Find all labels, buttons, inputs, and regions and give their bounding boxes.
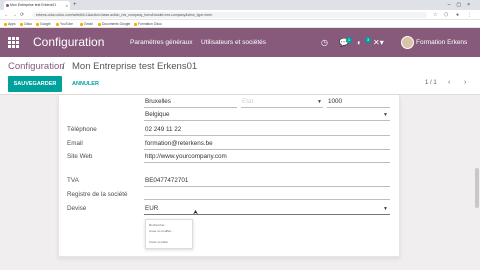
zip-underline: [327, 107, 390, 108]
pager-prev-icon[interactable]: ‹: [448, 79, 450, 86]
state-underline: [241, 107, 323, 108]
clock-icon[interactable]: ◷: [321, 28, 328, 57]
email-underline: [144, 149, 390, 150]
pager-value[interactable]: 1 / 1: [425, 80, 437, 86]
browser-menu-icon[interactable]: ⋮: [467, 10, 472, 20]
close-tab-icon[interactable]: ×: [66, 1, 68, 10]
bookmark-icon: [4, 22, 7, 26]
apps-grid-icon[interactable]: [8, 37, 19, 48]
browser-tab-title: Mon Entreprise test Erkens01: [10, 3, 57, 7]
odoo-favicon-icon: [6, 4, 9, 7]
zip-field[interactable]: 1000: [328, 98, 342, 105]
pager-next-icon[interactable]: ›: [464, 79, 466, 86]
autocomplete-item[interactable]: Créer et éditer: [149, 240, 168, 244]
autocomplete-item[interactable]: Créer et modifier...: [149, 229, 174, 233]
breadcrumb-parent[interactable]: Configuration: [8, 61, 65, 72]
activity-icon[interactable]: ◐: [357, 28, 362, 57]
country-dropdown-icon[interactable]: ▼: [383, 112, 388, 118]
bookmark-item[interactable]: Odoo: [20, 20, 32, 28]
state-field[interactable]: Etat: [242, 98, 253, 105]
app-title[interactable]: Configuration: [33, 28, 104, 57]
city-field[interactable]: Bruxelles: [145, 98, 171, 105]
state-dropdown-icon[interactable]: ▼: [317, 99, 322, 105]
company-registry-underline[interactable]: [144, 199, 390, 200]
forward-icon[interactable]: →: [12, 10, 17, 20]
phone-label: Téléphone: [67, 126, 97, 133]
phone-underline: [144, 135, 390, 136]
bookmark-item[interactable]: Formation Odoo: [134, 20, 162, 28]
bookmark-item[interactable]: Documents Google: [98, 20, 130, 28]
bookmark-icon: [134, 22, 137, 26]
extension-icon[interactable]: ⬡: [444, 10, 448, 20]
bookmark-icon: [20, 22, 23, 26]
new-tab-icon[interactable]: +: [73, 1, 77, 9]
bookmark-item[interactable]: Gmail: [80, 20, 93, 28]
form-sheet: Bruxelles Etat ▼ 1000 Belgique ▼ Télépho…: [58, 95, 400, 257]
currency-field[interactable]: EUR: [145, 205, 158, 212]
address-bar: ← → ⟳ erkens-odoo.odoo.com/web#id=1&acti…: [0, 10, 480, 20]
breadcrumb-separator: /: [62, 61, 65, 72]
country-underline: [144, 120, 390, 121]
control-panel: Configuration / Mon Entreprise test Erke…: [0, 57, 480, 95]
avatar[interactable]: [401, 36, 414, 49]
website-underline: [144, 162, 390, 163]
bookmarks-bar: Apps Odoo Google YouTube Gmail Documents…: [0, 20, 480, 28]
country-field[interactable]: Belgique: [145, 111, 170, 118]
email-label: Email: [67, 140, 83, 147]
odoo-navbar: Configuration Paramètres généraux Utilis…: [0, 28, 480, 57]
bookmark-item[interactable]: Apps: [4, 20, 16, 28]
browser-tab-bar: Mon Entreprise test Erkens01 × + –▢×: [0, 0, 480, 10]
city-underline: [144, 107, 237, 108]
activity-badge: 3: [365, 37, 371, 43]
menu-general-settings[interactable]: Paramètres généraux: [130, 28, 193, 57]
bookmark-icon: [56, 22, 59, 26]
vat-underline: [144, 186, 390, 187]
bookmark-icon: [80, 22, 83, 26]
reload-icon[interactable]: ⟳: [20, 10, 24, 20]
company-registry-label: Registre de la société: [67, 191, 128, 198]
page-scrollbar-thumb[interactable]: [475, 168, 479, 208]
email-field[interactable]: formation@reterkens.be: [145, 140, 213, 147]
debug-tools-icon[interactable]: ✕▾: [373, 28, 384, 57]
star-icon[interactable]: ☆: [433, 10, 437, 20]
browser-tab[interactable]: Mon Entreprise test Erkens01 ×: [4, 1, 70, 10]
window-controls[interactable]: –▢×: [448, 0, 476, 10]
bookmark-icon: [36, 22, 39, 26]
breadcrumb-current: Mon Entreprise test Erkens01: [72, 61, 198, 72]
vat-field[interactable]: BE0477472701: [145, 177, 188, 184]
bookmark-item[interactable]: YouTube: [56, 20, 73, 28]
chat-badge: 1: [346, 37, 352, 43]
vat-label: TVA: [67, 177, 79, 184]
menu-users-companies[interactable]: Utilisateurs et sociétés: [201, 28, 266, 57]
website-label: Site Web: [67, 153, 93, 160]
save-button[interactable]: SAUVEGARDER: [8, 76, 62, 92]
back-icon[interactable]: ←: [4, 10, 9, 20]
user-menu[interactable]: Formation Erkens: [416, 28, 467, 57]
currency-underline: [144, 214, 390, 215]
mouse-cursor-icon: ⮝: [193, 210, 199, 216]
cancel-button[interactable]: ANNULER: [68, 76, 103, 92]
currency-label: Devise: [67, 205, 87, 212]
phone-field[interactable]: 02 249 11 22: [145, 126, 181, 133]
bookmark-item[interactable]: Google: [36, 20, 51, 28]
url-field[interactable]: erkens-odoo.odoo.com/web#id=1&action=bas…: [32, 12, 427, 18]
currency-dropdown-icon[interactable]: ▼: [383, 206, 388, 212]
currency-autocomplete-dropdown: Rechercher... Créer et modifier... Créer…: [145, 219, 193, 249]
autocomplete-item[interactable]: Rechercher...: [149, 223, 167, 227]
website-field[interactable]: http://www.yourcompany.com: [145, 153, 227, 160]
bookmark-icon: [98, 22, 101, 26]
profile-icon[interactable]: ●: [456, 10, 459, 20]
